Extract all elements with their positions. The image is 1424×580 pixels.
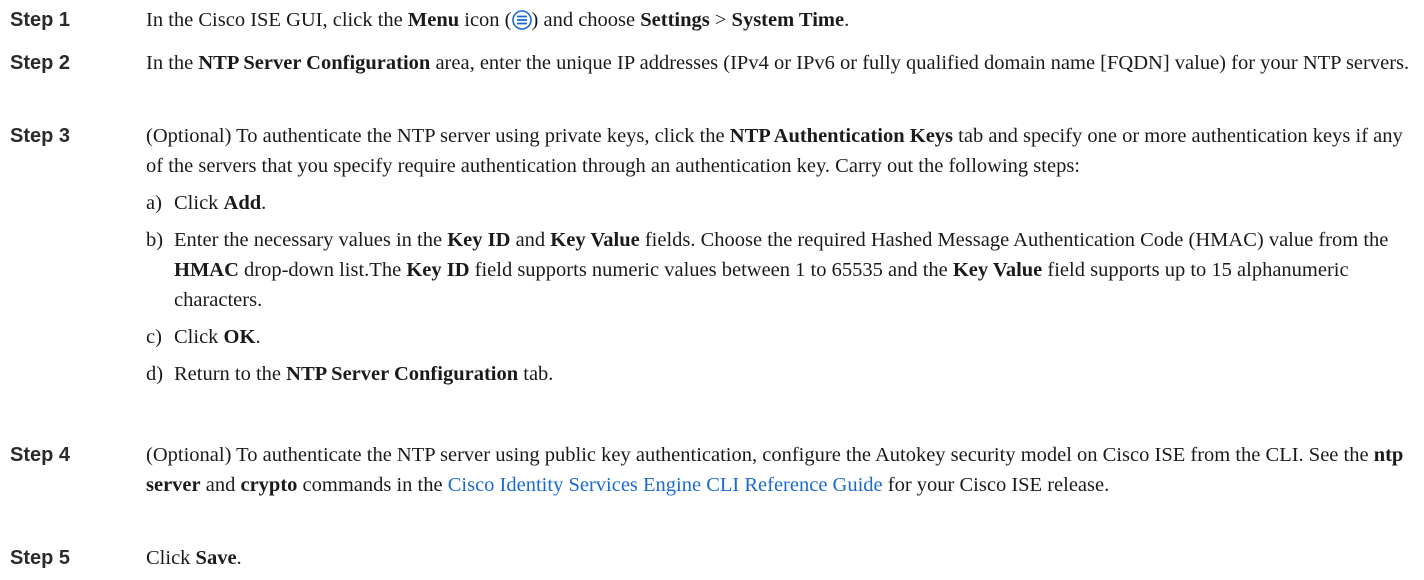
text: and xyxy=(510,229,551,251)
save-term: Save xyxy=(195,547,237,569)
text: and xyxy=(200,474,241,496)
substep-d: d) Return to the NTP Server Configuratio… xyxy=(146,359,1420,389)
text: for your Cisco ISE release. xyxy=(882,474,1110,496)
text: Enter the necessary values in the xyxy=(174,229,448,251)
ntp-server-configuration-term: NTP Server Configuration xyxy=(198,52,431,74)
substep-letter: c) xyxy=(146,326,162,348)
add-term: Add xyxy=(223,192,262,214)
text: Click xyxy=(146,547,196,569)
substep-a: a) Click Add. xyxy=(146,188,1420,218)
step-label: Step 4 xyxy=(10,444,71,466)
text: tab. xyxy=(518,363,554,385)
substep-b: b) Enter the necessary values in the Key… xyxy=(146,225,1420,315)
text: . xyxy=(844,9,850,31)
step-body: In the NTP Server Configuration area, en… xyxy=(146,48,1420,78)
substep-c: c) Click OK. xyxy=(146,322,1420,352)
substep-letter: d) xyxy=(146,363,164,385)
text: . xyxy=(261,192,267,214)
step-label: Step 5 xyxy=(10,547,71,569)
step-body: In the Cisco ISE GUI, click the Menu ico… xyxy=(146,5,1420,39)
step-body: (Optional) To authenticate the NTP serve… xyxy=(146,121,1420,389)
document-page: Step 1 In the Cisco ISE GUI, click the M… xyxy=(0,0,1424,580)
text: area, enter the unique IP addresses (IPv… xyxy=(430,52,1410,74)
text: icon ( xyxy=(459,9,512,31)
step-label: Step 1 xyxy=(10,9,71,31)
text: . xyxy=(255,326,261,348)
text: (Optional) To authenticate the NTP serve… xyxy=(146,444,1374,466)
step-label: Step 2 xyxy=(10,52,71,74)
text: In the xyxy=(146,52,199,74)
ntp-server-configuration-term: NTP Server Configuration xyxy=(286,363,519,385)
menu-term: Menu xyxy=(407,9,460,31)
system-time-term: System Time xyxy=(731,9,845,31)
text: drop-down list.The xyxy=(238,259,407,281)
ntp-authentication-keys-term: NTP Authentication Keys xyxy=(729,125,954,147)
text: Click xyxy=(174,192,224,214)
text: ) and choose xyxy=(531,9,641,31)
text: In the Cisco ISE GUI, click the xyxy=(146,9,408,31)
text: Return to the xyxy=(174,363,287,385)
cli-reference-guide-link[interactable]: Cisco Identity Services Engine CLI Refer… xyxy=(448,474,883,496)
key-value-term: Key Value xyxy=(550,229,640,251)
key-id-term: Key ID xyxy=(406,259,470,281)
text: fields. Choose the required Hashed Messa… xyxy=(639,229,1389,251)
substep-letter: b) xyxy=(146,229,164,251)
step-body: (Optional) To authenticate the NTP serve… xyxy=(146,440,1420,500)
menu-icon xyxy=(511,9,532,39)
step-body: Click Save. xyxy=(146,543,1420,573)
crypto-command: crypto xyxy=(240,474,298,496)
step-label: Step 3 xyxy=(10,125,71,147)
text: commands in the xyxy=(297,474,448,496)
text: (Optional) To authenticate the NTP serve… xyxy=(146,125,730,147)
text: field supports numeric values between 1 … xyxy=(469,259,953,281)
ok-term: OK xyxy=(223,326,256,348)
key-value-term: Key Value xyxy=(952,259,1043,281)
text: > xyxy=(709,9,732,31)
text: . xyxy=(236,547,242,569)
key-id-term: Key ID xyxy=(447,229,511,251)
hmac-term: HMAC xyxy=(174,259,239,281)
text: Click xyxy=(174,326,224,348)
settings-term: Settings xyxy=(640,9,710,31)
substep-letter: a) xyxy=(146,192,162,214)
